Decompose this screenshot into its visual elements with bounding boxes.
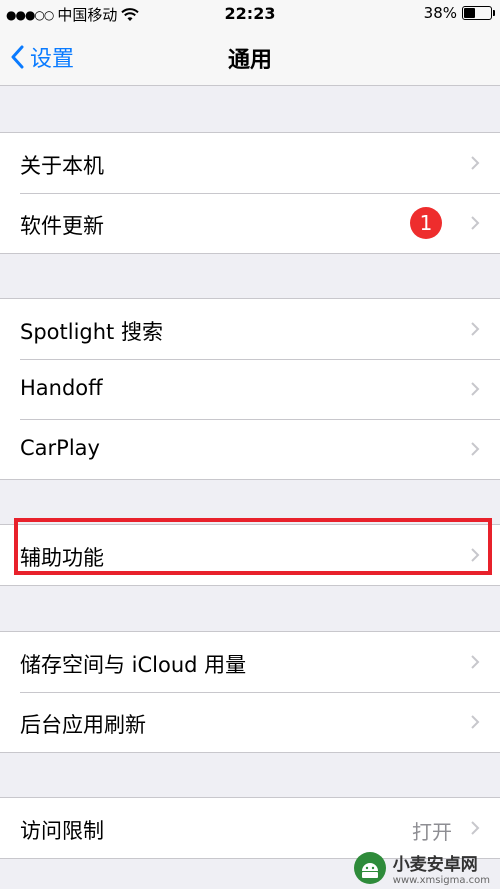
status-bar: ●●●○○ 中国移动 22:23 38%	[0, 0, 500, 28]
watermark: 小麦安卓网 www.xmsigma.com	[353, 850, 490, 886]
row-label: 软件更新	[20, 214, 104, 238]
watermark-url: www.xmsigma.com	[392, 875, 490, 886]
android-logo-icon	[353, 852, 386, 884]
chevron-right-icon	[471, 322, 480, 336]
watermark-title: 小麦安卓网	[392, 855, 478, 875]
settings-group-features: Spotlight 搜索 Handoff CarPlay	[0, 298, 500, 480]
row-label: 储存空间与 iCloud 用量	[20, 653, 247, 677]
chevron-right-icon	[471, 382, 480, 396]
row-label: CarPlay	[20, 436, 100, 460]
chevron-right-icon	[471, 655, 480, 669]
row-label: 后台应用刷新	[20, 713, 146, 737]
row-detail-value: 打开	[412, 820, 452, 844]
settings-row-storage[interactable]: 储存空间与 iCloud 用量	[0, 632, 500, 692]
chevron-right-icon	[471, 442, 480, 456]
notification-badge: 1	[410, 207, 442, 239]
row-label: 访问限制	[20, 819, 104, 843]
settings-group-about: 关于本机 软件更新 1	[0, 132, 500, 254]
settings-row-software-update[interactable]: 软件更新 1	[0, 193, 500, 253]
settings-row-background-refresh[interactable]: 后台应用刷新	[0, 692, 500, 752]
battery-icon	[462, 6, 495, 20]
settings-row-spotlight[interactable]: Spotlight 搜索	[0, 299, 500, 359]
highlight-box	[14, 518, 492, 575]
chevron-right-icon	[471, 821, 480, 835]
chevron-right-icon	[471, 156, 480, 170]
settings-row-about[interactable]: 关于本机	[0, 133, 500, 193]
settings-group-storage: 储存空间与 iCloud 用量 后台应用刷新	[0, 631, 500, 753]
row-label: Handoff	[20, 376, 103, 400]
chevron-right-icon	[471, 216, 480, 230]
battery-status: 38%	[423, 4, 495, 22]
chevron-right-icon	[471, 715, 480, 729]
settings-row-handoff[interactable]: Handoff	[0, 359, 500, 419]
row-label: 关于本机	[20, 154, 104, 178]
settings-row-restrictions[interactable]: 访问限制 打开	[0, 798, 500, 858]
row-label: Spotlight 搜索	[20, 320, 163, 344]
battery-fill	[464, 8, 475, 18]
page-title: 通用	[227, 48, 272, 73]
settings-row-carplay[interactable]: CarPlay	[0, 419, 500, 479]
battery-percentage: 38%	[423, 4, 457, 22]
navigation-bar: 设置 通用	[0, 28, 500, 86]
